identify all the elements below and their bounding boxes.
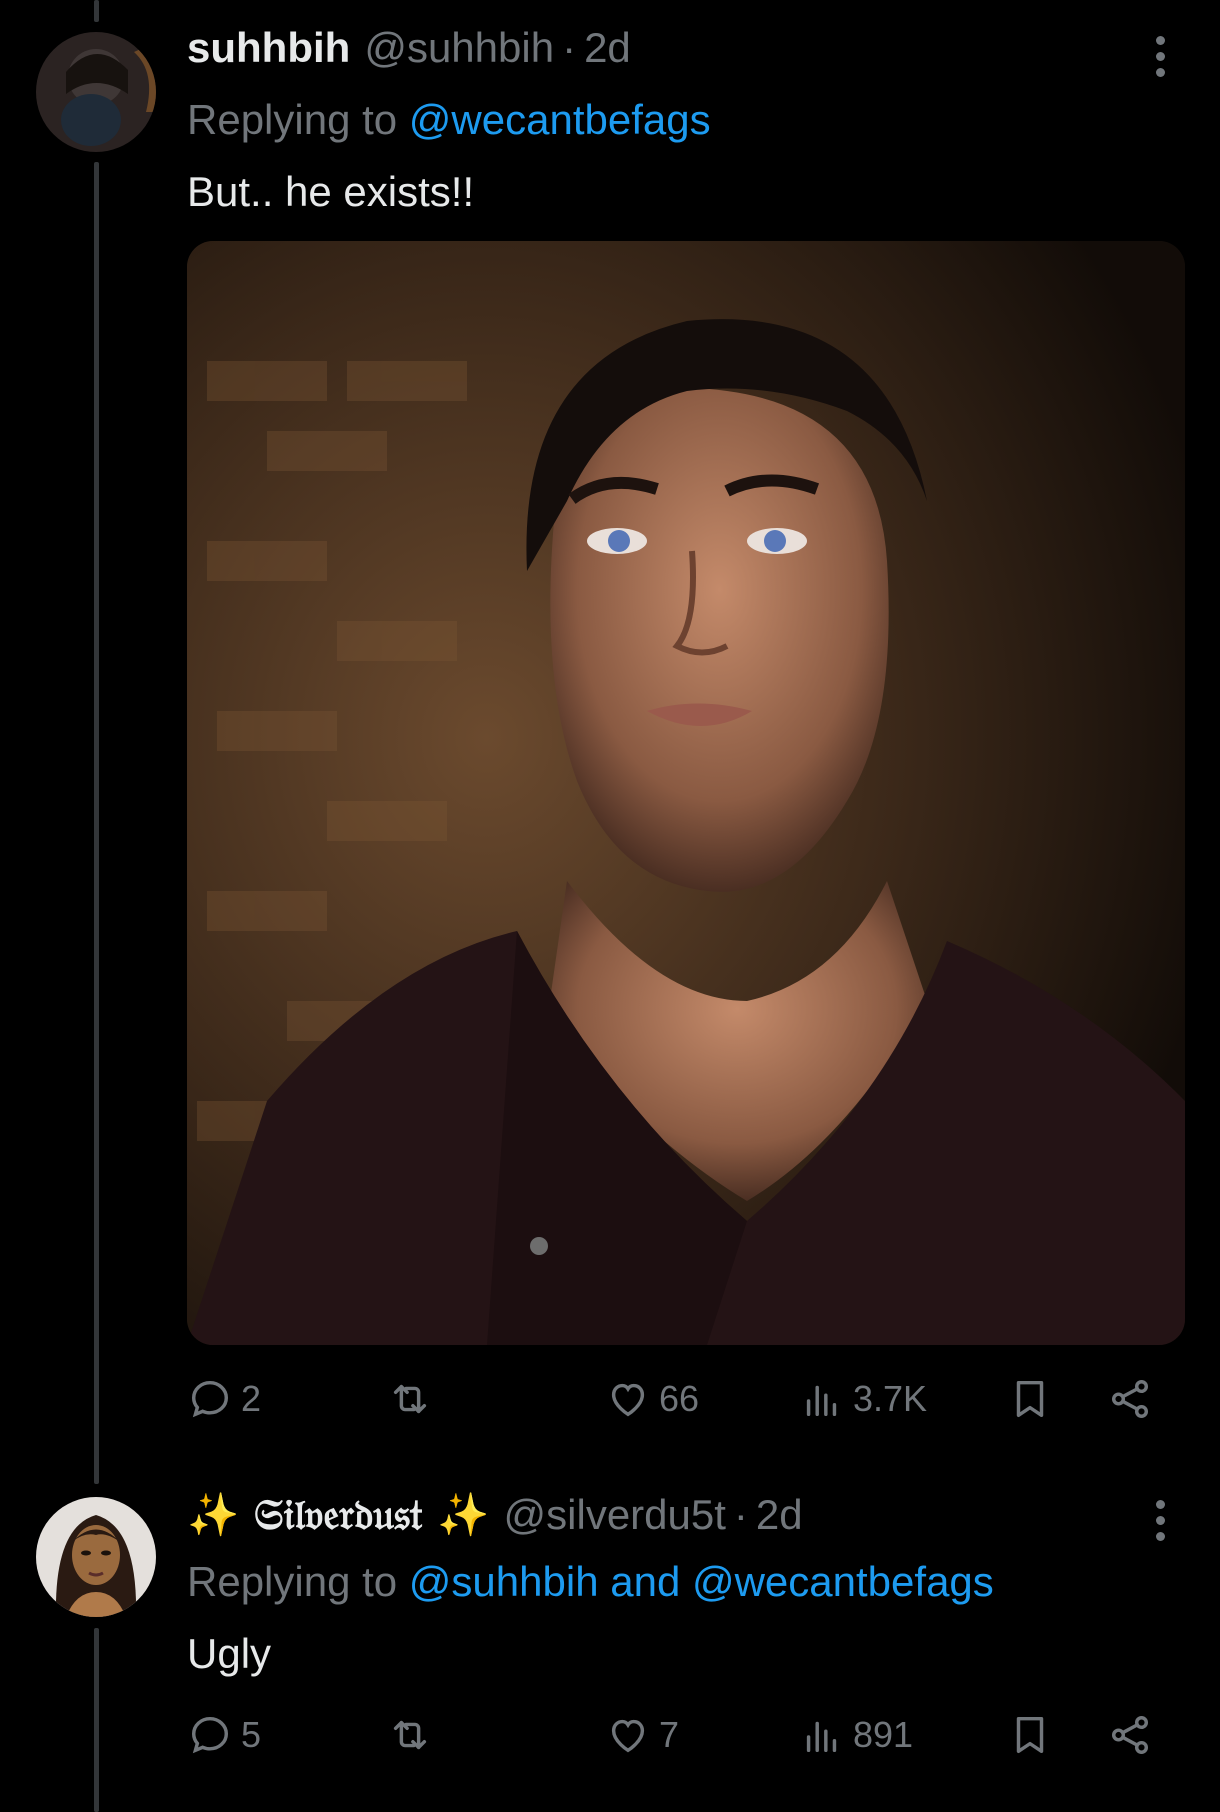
like-button[interactable]: 66 <box>605 1376 699 1422</box>
tweet-actions: 2 66 3.7K <box>187 1376 1187 1436</box>
like-count: 66 <box>659 1378 700 1419</box>
tweet-text: But.. he exists!! <box>187 168 475 215</box>
share-icon <box>1111 1380 1149 1418</box>
display-name[interactable]: ✨ 𝔖𝔦𝔩𝔳𝔢𝔯𝔡𝔲𝔰𝔱 ✨ <box>187 1490 490 1540</box>
views-icon <box>806 1721 837 1753</box>
views-icon <box>806 1385 837 1417</box>
views-count: 891 <box>853 1714 914 1755</box>
like-count: 7 <box>659 1714 680 1755</box>
retweet-icon <box>393 1384 427 1414</box>
replying-prefix: Replying to <box>187 1558 398 1605</box>
timestamp[interactable]: 2d <box>584 24 631 72</box>
reply-count: 2 <box>241 1378 262 1419</box>
display-name[interactable]: suhhbih <box>187 24 350 72</box>
replying-to: Replying to @wecantbefags <box>187 96 711 144</box>
avatar-silverdu5t[interactable] <box>36 1497 156 1617</box>
like-icon <box>611 1719 645 1753</box>
tweet-text: Ugly <box>187 1630 272 1677</box>
reply-icon <box>191 1716 229 1754</box>
like-icon <box>611 1383 645 1417</box>
user-handle[interactable]: @suhhbih <box>364 24 554 72</box>
tweet-header: ✨ 𝔖𝔦𝔩𝔳𝔢𝔯𝔡𝔲𝔰𝔱 ✨ @silverdu5t · 2d <box>187 1490 803 1540</box>
reply-button[interactable]: 5 <box>187 1712 261 1758</box>
separator: · <box>562 24 577 71</box>
timestamp[interactable]: 2d <box>756 1491 803 1539</box>
thread-line-bottom <box>94 1628 99 1812</box>
more-icon[interactable] <box>1150 1500 1170 1548</box>
bookmark-icon <box>1016 1380 1044 1418</box>
views-button[interactable]: 891 <box>799 1712 913 1758</box>
retweet-button[interactable] <box>387 1376 433 1422</box>
reply-icon <box>191 1380 229 1418</box>
views-button[interactable]: 3.7K <box>799 1376 927 1422</box>
more-icon[interactable] <box>1150 36 1170 84</box>
bookmark-button[interactable] <box>1007 1376 1053 1422</box>
tweet-actions: 5 7 891 <box>187 1712 1187 1772</box>
share-button[interactable] <box>1107 1376 1153 1422</box>
tweet-header: suhhbih @suhhbih · 2d <box>187 24 631 72</box>
thread-line-middle <box>94 162 99 1484</box>
replying-prefix: Replying to <box>187 96 398 143</box>
thread-line-top <box>94 0 99 22</box>
tweet-media-photo[interactable] <box>187 241 1185 1345</box>
mention-link[interactable]: @wecantbefags <box>409 96 711 143</box>
bookmark-button[interactable] <box>1007 1712 1053 1758</box>
reply-button[interactable]: 2 <box>187 1376 261 1422</box>
separator: · <box>733 1491 748 1538</box>
retweet-icon <box>393 1720 427 1750</box>
share-button[interactable] <box>1107 1712 1153 1758</box>
like-button[interactable]: 7 <box>605 1712 679 1758</box>
share-icon <box>1111 1716 1149 1754</box>
mention-link[interactable]: @suhhbih and @wecantbefags <box>409 1558 994 1605</box>
replying-to: Replying to @suhhbih and @wecantbefags <box>187 1558 994 1606</box>
reply-count: 5 <box>241 1714 262 1755</box>
bookmark-icon <box>1016 1716 1044 1754</box>
avatar-suhhbih[interactable] <box>36 32 156 152</box>
user-handle[interactable]: @silverdu5t <box>504 1491 726 1539</box>
retweet-button[interactable] <box>387 1712 433 1758</box>
views-count: 3.7K <box>853 1378 928 1419</box>
